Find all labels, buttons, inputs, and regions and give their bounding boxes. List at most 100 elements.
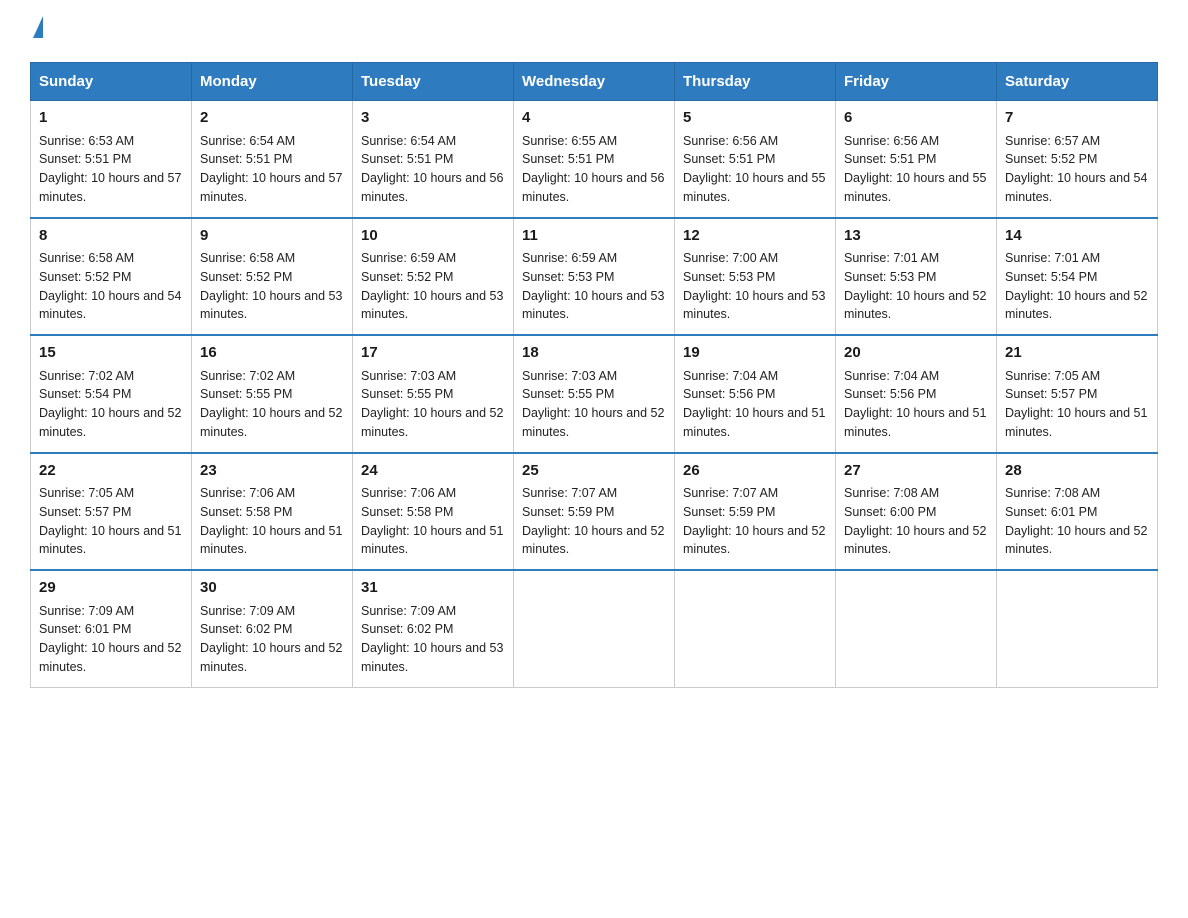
- sunset-info: Sunset: 5:57 PM: [39, 505, 131, 519]
- sunset-info: Sunset: 5:56 PM: [844, 387, 936, 401]
- day-number: 18: [522, 342, 666, 365]
- sunset-info: Sunset: 5:54 PM: [39, 387, 131, 401]
- day-number: 27: [844, 460, 988, 483]
- daylight-info: Daylight: 10 hours and 57 minutes.: [200, 171, 342, 204]
- sunset-info: Sunset: 5:56 PM: [683, 387, 775, 401]
- daylight-info: Daylight: 10 hours and 53 minutes.: [522, 289, 664, 322]
- day-number: 21: [1005, 342, 1149, 365]
- day-number: 25: [522, 460, 666, 483]
- calendar-cell: 15Sunrise: 7:02 AMSunset: 5:54 PMDayligh…: [31, 335, 192, 453]
- calendar-cell: 3 Sunrise: 6:54 AM Sunset: 5:51 PM Daylight…: [353, 101, 514, 218]
- weekday-header-sunday: Sunday: [31, 63, 192, 101]
- calendar-cell: 9Sunrise: 6:58 AMSunset: 5:52 PMDaylight…: [192, 218, 353, 336]
- sunrise-info: Sunrise: 7:01 AM: [1005, 251, 1100, 265]
- calendar-cell: 7Sunrise: 6:57 AMSunset: 5:52 PMDaylight…: [997, 101, 1158, 218]
- sunset-info: Sunset: 6:01 PM: [39, 622, 131, 636]
- day-number: 28: [1005, 460, 1149, 483]
- daylight-info: Daylight: 10 hours and 52 minutes.: [844, 524, 986, 557]
- day-number: 3: [361, 107, 505, 130]
- sunrise-info: Sunrise: 7:07 AM: [522, 486, 617, 500]
- day-number: 22: [39, 460, 183, 483]
- calendar-cell: 28 Sunrise: 7:08 AM Sunset: 6:01 PM Dayligh…: [997, 453, 1158, 571]
- sunrise-info: Sunrise: 6:54 AM: [361, 134, 456, 148]
- day-number: 6: [844, 107, 988, 130]
- calendar-cell: 8Sunrise: 6:58 AMSunset: 5:52 PMDaylight…: [31, 218, 192, 336]
- sunset-info: Sunset: 5:51 PM: [361, 152, 453, 166]
- sunrise-info: Sunrise: 7:00 AM: [683, 251, 778, 265]
- daylight-info: Daylight: 10 hours and 53 minutes.: [683, 289, 825, 322]
- daylight-info: Daylight: 10 hours and 55 minutes.: [683, 171, 825, 204]
- calendar-cell: 4Sunrise: 6:55 AMSunset: 5:51 PMDaylight…: [514, 101, 675, 218]
- sunset-info: Sunset: 5:51 PM: [39, 152, 131, 166]
- calendar-cell: [997, 570, 1158, 687]
- day-number: 16: [200, 342, 344, 365]
- sunset-info: Sunset: 6:01 PM: [1005, 505, 1097, 519]
- sunset-info: Sunset: 5:55 PM: [200, 387, 292, 401]
- day-number: 15: [39, 342, 183, 365]
- calendar-cell: 25Sunrise: 7:07 AMSunset: 5:59 PMDayligh…: [514, 453, 675, 571]
- sunrise-info: Sunrise: 6:55 AM: [522, 134, 617, 148]
- daylight-info: Daylight: 10 hours and 54 minutes.: [39, 289, 181, 322]
- daylight-info: Daylight: 10 hours and 56 minutes.: [361, 171, 503, 204]
- sunrise-info: Sunrise: 6:56 AM: [844, 134, 939, 148]
- daylight-info: Daylight: 10 hours and 51 minutes.: [39, 524, 181, 557]
- day-number: 14: [1005, 225, 1149, 248]
- daylight-info: Daylight: 10 hours and 57 minutes.: [39, 171, 181, 204]
- day-number: 2: [200, 107, 344, 130]
- sunset-info: Sunset: 5:52 PM: [361, 270, 453, 284]
- calendar-cell: 1Sunrise: 6:53 AMSunset: 5:51 PMDaylight…: [31, 101, 192, 218]
- sunrise-info: Sunrise: 6:54 AM: [200, 134, 295, 148]
- sunrise-info: Sunrise: 7:03 AM: [361, 369, 456, 383]
- sunset-info: Sunset: 5:53 PM: [844, 270, 936, 284]
- day-number: 12: [683, 225, 827, 248]
- day-number: 20: [844, 342, 988, 365]
- sunrise-info: Sunrise: 6:56 AM: [683, 134, 778, 148]
- sunrise-info: Sunrise: 6:58 AM: [39, 251, 134, 265]
- sunrise-info: Sunrise: 7:08 AM: [844, 486, 939, 500]
- day-number: 29: [39, 577, 183, 600]
- day-number: 24: [361, 460, 505, 483]
- day-number: 30: [200, 577, 344, 600]
- calendar-cell: 17Sunrise: 7:03 AMSunset: 5:55 PMDayligh…: [353, 335, 514, 453]
- sunset-info: Sunset: 5:52 PM: [200, 270, 292, 284]
- sunrise-info: Sunrise: 6:59 AM: [361, 251, 456, 265]
- sunrise-info: Sunrise: 7:04 AM: [844, 369, 939, 383]
- sunset-info: Sunset: 5:52 PM: [1005, 152, 1097, 166]
- calendar-cell: [675, 570, 836, 687]
- sunset-info: Sunset: 5:55 PM: [361, 387, 453, 401]
- sunrise-info: Sunrise: 7:01 AM: [844, 251, 939, 265]
- day-number: 17: [361, 342, 505, 365]
- sunrise-info: Sunrise: 7:08 AM: [1005, 486, 1100, 500]
- daylight-info: Daylight: 10 hours and 51 minutes.: [1005, 406, 1147, 439]
- day-number: 23: [200, 460, 344, 483]
- calendar-week-row: 15 Sunrise: 7:02 AM Sunset: 5:54 PM Dayligh…: [31, 335, 1158, 453]
- calendar-cell: 5Sunrise: 6:56 AMSunset: 5:51 PMDaylight…: [675, 101, 836, 218]
- calendar-cell: 31Sunrise: 7:09 AMSunset: 6:02 PMDayligh…: [353, 570, 514, 687]
- daylight-info: Daylight: 10 hours and 52 minutes.: [522, 406, 664, 439]
- calendar-cell: 29Sunrise: 7:09 AMSunset: 6:01 PMDayligh…: [31, 570, 192, 687]
- calendar-cell: 2Sunrise: 6:54 AMSunset: 5:51 PMDaylight…: [192, 101, 353, 218]
- sunrise-info: Sunrise: 6:59 AM: [522, 251, 617, 265]
- calendar-cell: 13Sunrise: 7:01 AMSunset: 5:53 PMDayligh…: [836, 218, 997, 336]
- daylight-info: Daylight: 10 hours and 53 minutes.: [200, 289, 342, 322]
- daylight-info: Daylight: 10 hours and 52 minutes.: [1005, 524, 1147, 557]
- weekday-header-thursday: Thursday: [675, 63, 836, 101]
- page-header: [30, 20, 1158, 42]
- sunrise-info: Sunrise: 7:09 AM: [361, 604, 456, 618]
- calendar-week-row: 1Sunrise: 6:53 AMSunset: 5:51 PMDaylight…: [31, 101, 1158, 218]
- sunrise-info: Sunrise: 7:09 AM: [200, 604, 295, 618]
- calendar-week-row: 22Sunrise: 7:05 AMSunset: 5:57 PMDayligh…: [31, 453, 1158, 571]
- sunset-info: Sunset: 5:59 PM: [522, 505, 614, 519]
- sunset-info: Sunset: 5:57 PM: [1005, 387, 1097, 401]
- day-number: 31: [361, 577, 505, 600]
- calendar-cell: 23Sunrise: 7:06 AMSunset: 5:58 PMDayligh…: [192, 453, 353, 571]
- daylight-info: Daylight: 10 hours and 52 minutes.: [1005, 289, 1147, 322]
- sunset-info: Sunset: 5:53 PM: [522, 270, 614, 284]
- day-number: 13: [844, 225, 988, 248]
- daylight-info: Daylight: 10 hours and 55 minutes.: [844, 171, 986, 204]
- sunrise-info: Sunrise: 6:58 AM: [200, 251, 295, 265]
- sunset-info: Sunset: 5:52 PM: [39, 270, 131, 284]
- daylight-info: Daylight: 10 hours and 51 minutes.: [200, 524, 342, 557]
- sunset-info: Sunset: 5:53 PM: [683, 270, 775, 284]
- sunrise-info: Sunrise: 7:02 AM: [200, 369, 295, 383]
